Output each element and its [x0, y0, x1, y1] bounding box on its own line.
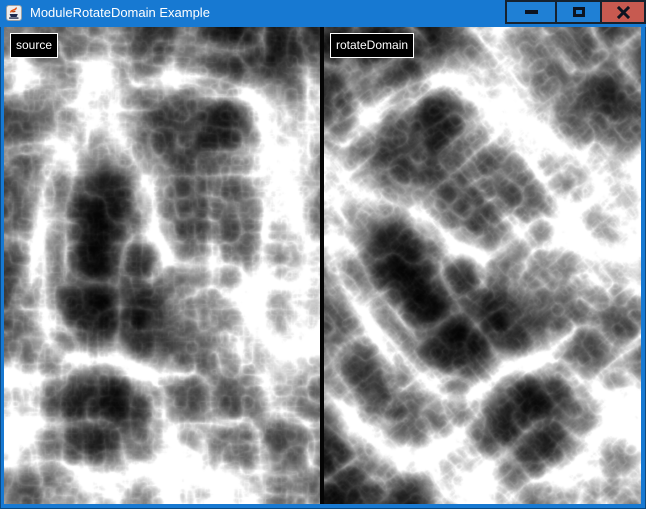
titlebar[interactable]: ModuleRotateDomain Example: [0, 0, 646, 27]
rotate-domain-noise-image: [324, 27, 641, 504]
source-label: source: [10, 33, 58, 58]
rotate-domain-label: rotateDomain: [330, 33, 414, 58]
source-noise-image: [4, 27, 320, 504]
maximize-button[interactable]: [555, 0, 602, 24]
close-button[interactable]: [600, 0, 646, 24]
window-title: ModuleRotateDomain Example: [30, 0, 210, 27]
rotate-domain-panel: rotateDomain: [324, 27, 641, 504]
java-app-icon[interactable]: [6, 5, 22, 21]
maximize-icon: [573, 7, 585, 17]
minimize-icon: [525, 10, 538, 14]
source-panel: source: [4, 27, 320, 504]
minimize-button[interactable]: [505, 0, 557, 24]
content-area: source rotateDomain: [4, 27, 641, 504]
close-icon: [617, 6, 630, 19]
app-window: ModuleRotateDomain Example source rotate…: [0, 0, 646, 509]
window-controls: [505, 0, 646, 24]
